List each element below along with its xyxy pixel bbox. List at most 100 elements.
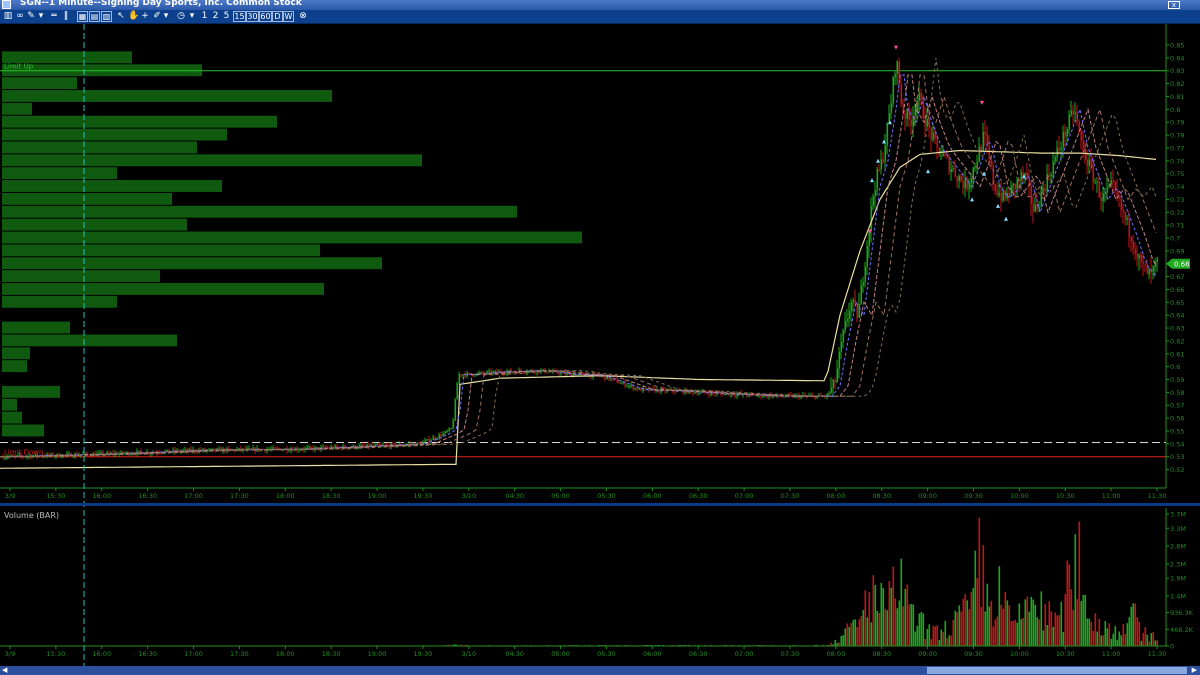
volume-bar	[1142, 632, 1145, 646]
candle-body	[72, 456, 75, 458]
clock-icon[interactable]: ◷	[176, 11, 186, 22]
timeframe-15[interactable]: 15	[233, 11, 246, 22]
candle-body	[830, 387, 833, 393]
price-tick-label: 0.83	[1170, 67, 1184, 75]
timeframe-d[interactable]: D	[272, 11, 283, 22]
candle-body	[1062, 131, 1065, 148]
candle-body	[212, 448, 215, 450]
volume-bar	[978, 517, 981, 646]
price-tick-label: 0.77	[1170, 144, 1184, 152]
candle-body	[1006, 193, 1009, 199]
layout-icon[interactable]: ▤	[89, 11, 100, 22]
draw-icon[interactable]: ✎	[26, 11, 36, 22]
candle-body	[942, 153, 945, 157]
volume-bar	[944, 620, 947, 646]
scroll-left-icon[interactable]: ◀	[2, 666, 7, 674]
candle-body	[1000, 193, 1003, 201]
profile-bar	[2, 244, 320, 257]
crosshair-icon[interactable]: +	[140, 11, 150, 22]
candle-body	[900, 84, 903, 104]
candle-body	[558, 373, 561, 375]
volume-bar	[906, 584, 909, 646]
candle-body	[238, 448, 241, 450]
timeframe-w[interactable]: W	[283, 11, 294, 22]
timeframe-30[interactable]: 30	[246, 11, 259, 22]
close-button[interactable]: x	[1168, 1, 1180, 9]
candle-body	[450, 428, 453, 430]
candle-body	[474, 375, 477, 377]
time-axis-volume: 3/9 15:30 16:00 16:30 17:00 17:30 18:00 18:30 19…	[5, 646, 1166, 658]
candle-body	[1136, 253, 1139, 259]
horizontal-scrollbar[interactable]: ◀ ▶	[0, 666, 1200, 675]
candle-body	[48, 454, 51, 456]
grid-icon[interactable]: ▦	[77, 11, 88, 22]
vline-icon[interactable]: ‖	[61, 11, 71, 22]
candle-body	[1114, 182, 1117, 190]
hline-icon[interactable]: ═	[49, 11, 59, 22]
volume-bar	[966, 600, 969, 646]
candle-body	[782, 396, 785, 398]
profile-bar	[2, 398, 17, 411]
dropdown-icon[interactable]: ▾	[188, 11, 196, 22]
scroll-thumb[interactable]	[927, 667, 1187, 674]
hand-icon[interactable]: ✋	[128, 11, 139, 22]
volume-bar	[946, 638, 949, 646]
volume-bar	[1062, 631, 1065, 646]
candle-body	[1052, 161, 1055, 175]
price-tick-label: 0.66	[1170, 286, 1184, 294]
candle-body	[218, 448, 221, 450]
timeframe-5[interactable]: 5	[222, 11, 231, 22]
candle-body	[846, 319, 849, 321]
dropdown-icon[interactable]: ▾	[162, 11, 170, 22]
candle-body	[1096, 181, 1099, 183]
volume-bar	[1066, 560, 1069, 646]
timeframe-60[interactable]: 60	[259, 11, 272, 22]
link-icon[interactable]: ∞	[15, 11, 25, 22]
chart-area[interactable]: Limit UpLimit Down 0.850.840.830.820.810…	[0, 24, 1200, 666]
candle-body	[138, 450, 141, 452]
candle-body	[964, 178, 967, 188]
candle-body	[1092, 165, 1095, 183]
time-tick-label: 19:00	[368, 492, 387, 500]
candle-body	[746, 395, 749, 397]
chart-style-icon[interactable]: ▥	[3, 11, 13, 22]
volume-bar	[916, 625, 919, 646]
candle-body	[1042, 188, 1045, 191]
time-tick-label: 10:30	[1056, 650, 1075, 658]
volume-bar	[984, 611, 987, 646]
candle-body	[1002, 190, 1005, 201]
time-tick-label: 08:00	[826, 650, 845, 658]
profile-bar	[2, 295, 117, 308]
candle-body	[434, 437, 437, 439]
candle-body	[1014, 183, 1017, 189]
volume-bar	[964, 594, 967, 646]
volume-bar	[960, 611, 963, 646]
candle-body	[1082, 140, 1085, 149]
dropdown-icon[interactable]: ▾	[37, 11, 45, 22]
candle-body	[486, 371, 489, 374]
candle-body	[466, 372, 469, 377]
candle-body	[924, 118, 927, 127]
candle-body	[482, 372, 485, 374]
pane-splitter[interactable]	[0, 503, 1200, 506]
pencil-icon[interactable]: ✐	[152, 11, 162, 22]
time-tick-label: 15:30	[47, 650, 66, 658]
candle-body	[1040, 190, 1043, 208]
cancel-icon[interactable]: ⊗	[298, 11, 308, 22]
timeframe-2[interactable]: 2	[211, 11, 220, 22]
volume-bar	[1092, 630, 1095, 646]
app-icon	[2, 0, 11, 9]
timeframe-1[interactable]: 1	[200, 11, 209, 22]
volume-tick-label: 0	[1170, 643, 1174, 651]
volume-bar	[1030, 596, 1033, 646]
tile-icon[interactable]: ▧	[101, 11, 112, 22]
scroll-right-icon[interactable]: ▶	[1192, 666, 1197, 674]
candle-body	[842, 330, 845, 343]
candle-body	[636, 387, 639, 390]
candle-body	[250, 448, 253, 450]
candle-body	[460, 374, 463, 376]
time-tick-label: 08:30	[872, 650, 891, 658]
volume-bar	[920, 611, 923, 646]
volume-bar	[1036, 617, 1039, 646]
arrow-icon[interactable]: ↖	[116, 11, 126, 22]
